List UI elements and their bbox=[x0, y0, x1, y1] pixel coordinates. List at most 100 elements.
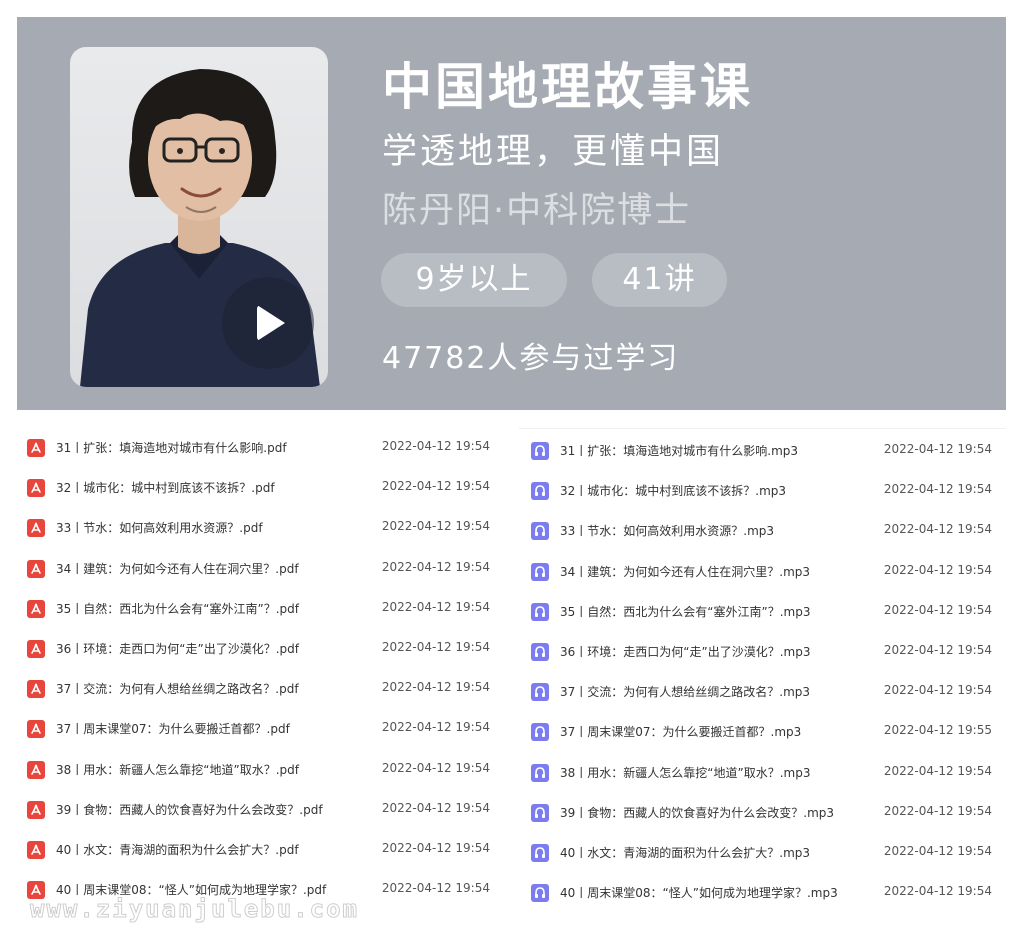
course-banner: 中国地理故事课 学透地理，更懂中国 陈丹阳·中科院博士 9岁以上 41讲 477… bbox=[17, 17, 1006, 410]
audio-file-icon bbox=[531, 442, 549, 460]
file-name[interactable]: 37丨周末课堂07：为什么要搬迁首都？.mp3 bbox=[560, 723, 801, 740]
file-date: 2022-04-12 19:54 bbox=[381, 881, 490, 896]
file-row[interactable]: 32丨城市化：城中村到底该不该拆？.pdf 2022-04-12 19:54 bbox=[17, 468, 504, 508]
file-date: 2022-04-12 19:54 bbox=[883, 884, 992, 899]
file-date: 2022-04-12 19:55 bbox=[883, 723, 992, 738]
file-name[interactable]: 38丨用水：新疆人怎么靠挖“地道”取水？.pdf bbox=[56, 761, 299, 778]
file-date: 2022-04-12 19:54 bbox=[381, 720, 490, 735]
file-row[interactable]: 36丨环境：走西口为何“走”出了沙漠化？.mp3 2022-04-12 19:54 bbox=[519, 630, 1006, 670]
file-date: 2022-04-12 19:54 bbox=[381, 639, 490, 654]
file-row[interactable]: 40丨水文：青海湖的面积为什么会扩大？.pdf 2022-04-12 19:54 bbox=[17, 830, 504, 870]
watermark: www.ziyuanjulebu.com bbox=[30, 895, 359, 924]
file-date: 2022-04-12 19:54 bbox=[883, 602, 992, 617]
file-row[interactable]: 36丨环境：走西口为何“走”出了沙漠化？.pdf 2022-04-12 19:54 bbox=[17, 629, 504, 669]
pdf-file-icon bbox=[27, 519, 45, 538]
file-name[interactable]: 34丨建筑：为何如今还有人住在洞穴里？.pdf bbox=[56, 560, 299, 577]
teacher-photo bbox=[70, 47, 328, 387]
file-name[interactable]: 35丨自然：西北为什么会有“塞外江南”？.pdf bbox=[56, 600, 299, 617]
file-row[interactable]: 35丨自然：西北为什么会有“塞外江南”？.pdf 2022-04-12 19:54 bbox=[17, 589, 504, 629]
file-name[interactable]: 33丨节水：如何高效利用水资源？.mp3 bbox=[560, 522, 774, 539]
file-date: 2022-04-12 19:54 bbox=[883, 642, 992, 657]
audio-file-icon bbox=[531, 763, 549, 782]
file-row[interactable]: 39丨食物：西藏人的饮食喜好为什么会改变？.pdf 2022-04-12 19:5… bbox=[17, 790, 504, 830]
audio-file-icon bbox=[531, 843, 549, 862]
file-row[interactable]: 40丨周末课堂08：“怪人”如何成为地理学家？.mp3 2022-04-12 19… bbox=[519, 871, 1006, 911]
file-date: 2022-04-12 19:54 bbox=[381, 479, 490, 494]
file-name[interactable]: 32丨城市化：城中村到底该不该拆？.pdf bbox=[56, 479, 275, 496]
audio-file-icon bbox=[531, 482, 549, 501]
file-name[interactable]: 39丨食物：西藏人的饮食喜好为什么会改变？.pdf bbox=[56, 801, 323, 818]
file-row[interactable]: 35丨自然：西北为什么会有“塞外江南”？.mp3 2022-04-12 19:54 bbox=[519, 590, 1006, 630]
audio-file-icon bbox=[531, 562, 549, 581]
pdf-file-icon bbox=[27, 680, 45, 699]
file-row[interactable]: 31丨扩张：填海造地对城市有什么影响.pdf 2022-04-12 19:54 bbox=[17, 428, 504, 468]
file-name[interactable]: 37丨交流：为何有人想给丝绸之路改名？.mp3 bbox=[560, 683, 810, 700]
play-button[interactable] bbox=[222, 277, 314, 369]
file-name[interactable]: 34丨建筑：为何如今还有人住在洞穴里？.mp3 bbox=[560, 563, 810, 580]
lessons-tag: 41讲 bbox=[592, 253, 727, 307]
pdf-file-icon bbox=[27, 639, 45, 658]
file-date: 2022-04-12 19:54 bbox=[381, 680, 490, 695]
file-row[interactable]: 33丨节水：如何高效利用水资源？.pdf 2022-04-12 19:54 bbox=[17, 508, 504, 548]
file-row[interactable]: 37丨交流：为何有人想给丝绸之路改名？.mp3 2022-04-12 19:54 bbox=[519, 670, 1006, 710]
file-date: 2022-04-12 19:54 bbox=[381, 760, 490, 775]
pdf-file-icon bbox=[27, 760, 45, 779]
file-row[interactable]: 37丨周末课堂07：为什么要搬迁首都？.pdf 2022-04-12 19:54 bbox=[17, 709, 504, 749]
file-date: 2022-04-12 19:54 bbox=[381, 519, 490, 534]
file-date: 2022-04-12 19:54 bbox=[883, 442, 992, 456]
pdf-file-icon bbox=[27, 720, 45, 739]
course-title: 中国地理故事课 bbox=[382, 58, 753, 116]
audio-file-icon bbox=[531, 683, 549, 702]
file-row[interactable]: 38丨用水：新疆人怎么靠挖“地道”取水？.pdf 2022-04-12 19:54 bbox=[17, 750, 504, 790]
file-date: 2022-04-12 19:54 bbox=[381, 599, 490, 614]
file-row[interactable]: 34丨建筑：为何如今还有人住在洞穴里？.mp3 2022-04-12 19:54 bbox=[519, 550, 1006, 590]
audio-file-icon bbox=[531, 723, 549, 742]
file-name[interactable]: 40丨水文：青海湖的面积为什么会扩大？.mp3 bbox=[560, 844, 810, 861]
file-name[interactable]: 31丨扩张：填海造地对城市有什么影响.pdf bbox=[56, 439, 287, 456]
file-date: 2022-04-12 19:54 bbox=[381, 840, 490, 855]
file-date: 2022-04-12 19:54 bbox=[883, 683, 992, 698]
file-name[interactable]: 36丨环境：走西口为何“走”出了沙漠化？.pdf bbox=[56, 640, 299, 657]
audio-file-icon bbox=[531, 884, 549, 903]
file-row[interactable]: 32丨城市化：城中村到底该不该拆？.mp3 2022-04-12 19:54 bbox=[519, 469, 1006, 509]
file-name[interactable]: 38丨用水：新疆人怎么靠挖“地道”取水？.mp3 bbox=[560, 764, 810, 781]
age-tag: 9岁以上 bbox=[381, 253, 567, 307]
audio-file-icon bbox=[531, 803, 549, 822]
file-row[interactable]: 40丨水文：青海湖的面积为什么会扩大？.mp3 2022-04-12 19:54 bbox=[519, 831, 1006, 871]
file-row[interactable]: 38丨用水：新疆人怎么靠挖“地道”取水？.mp3 2022-04-12 19:54 bbox=[519, 751, 1006, 791]
file-date: 2022-04-12 19:54 bbox=[381, 439, 490, 453]
file-name[interactable]: 40丨周末课堂08：“怪人”如何成为地理学家？.mp3 bbox=[560, 884, 838, 901]
file-name[interactable]: 37丨交流：为何有人想给丝绸之路改名？.pdf bbox=[56, 680, 299, 697]
file-name[interactable]: 31丨扩张：填海造地对城市有什么影响.mp3 bbox=[560, 442, 798, 459]
course-subtitle: 学透地理，更懂中国 bbox=[382, 132, 725, 172]
file-name[interactable]: 40丨水文：青海湖的面积为什么会扩大？.pdf bbox=[56, 841, 299, 858]
file-name[interactable]: 32丨城市化：城中村到底该不该拆？.mp3 bbox=[560, 482, 786, 499]
file-row[interactable]: 37丨交流：为何有人想给丝绸之路改名？.pdf 2022-04-12 19:54 bbox=[17, 669, 504, 709]
pdf-file-icon bbox=[27, 559, 45, 578]
audio-file-icon bbox=[531, 522, 549, 541]
pdf-file-icon bbox=[27, 439, 45, 457]
pdf-file-list: 31丨扩张：填海造地对城市有什么影响.pdf 2022-04-12 19:54 32… bbox=[17, 428, 504, 911]
pdf-file-icon bbox=[27, 599, 45, 618]
file-name[interactable]: 36丨环境：走西口为何“走”出了沙漠化？.mp3 bbox=[560, 643, 810, 660]
file-date: 2022-04-12 19:54 bbox=[883, 482, 992, 497]
file-row[interactable]: 31丨扩张：填海造地对城市有什么影响.mp3 2022-04-12 19:54 bbox=[519, 429, 1006, 469]
file-row[interactable]: 34丨建筑：为何如今还有人住在洞穴里？.pdf 2022-04-12 19:54 bbox=[17, 549, 504, 589]
file-date: 2022-04-12 19:54 bbox=[883, 522, 992, 537]
file-name[interactable]: 33丨节水：如何高效利用水资源？.pdf bbox=[56, 519, 263, 536]
file-name[interactable]: 35丨自然：西北为什么会有“塞外江南”？.mp3 bbox=[560, 603, 810, 620]
audio-file-list: 31丨扩张：填海造地对城市有什么影响.mp3 2022-04-12 19:54 32… bbox=[519, 428, 1006, 912]
file-row[interactable]: 33丨节水：如何高效利用水资源？.mp3 2022-04-12 19:54 bbox=[519, 509, 1006, 549]
file-row[interactable]: 39丨食物：西藏人的饮食喜好为什么会改变？.mp3 2022-04-12 19:5… bbox=[519, 791, 1006, 831]
pdf-file-icon bbox=[27, 479, 45, 498]
file-date: 2022-04-12 19:54 bbox=[381, 559, 490, 574]
file-row[interactable]: 37丨周末课堂07：为什么要搬迁首都？.mp3 2022-04-12 19:55 bbox=[519, 710, 1006, 750]
file-date: 2022-04-12 19:54 bbox=[883, 843, 992, 858]
audio-file-icon bbox=[531, 642, 549, 661]
file-name[interactable]: 39丨食物：西藏人的饮食喜好为什么会改变？.mp3 bbox=[560, 804, 834, 821]
file-date: 2022-04-12 19:54 bbox=[883, 803, 992, 818]
course-author: 陈丹阳·中科院博士 bbox=[382, 191, 692, 231]
learners-count: 47782人参与过学习 bbox=[382, 341, 680, 376]
pdf-file-icon bbox=[27, 840, 45, 859]
file-name[interactable]: 37丨周末课堂07：为什么要搬迁首都？.pdf bbox=[56, 720, 290, 737]
